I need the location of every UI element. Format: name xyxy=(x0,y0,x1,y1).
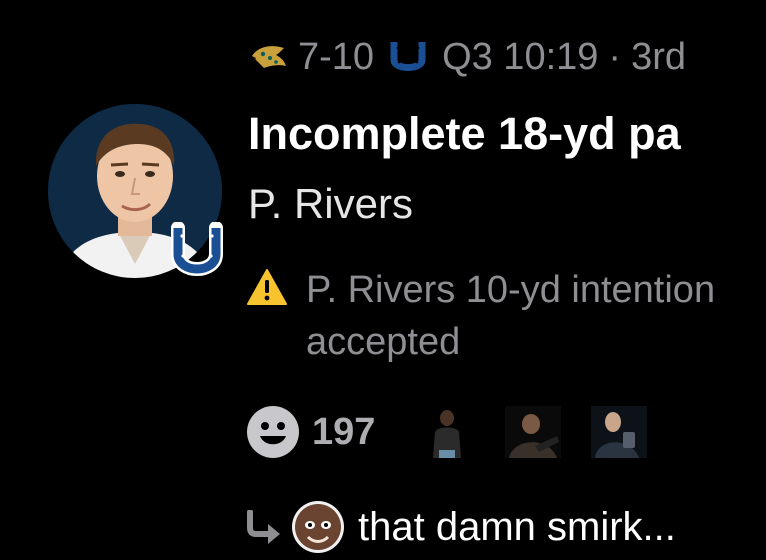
player-name[interactable]: P. Rivers xyxy=(248,180,413,228)
smiley-face-icon[interactable] xyxy=(246,405,300,459)
reaction-gif-thumbnail-1[interactable] xyxy=(419,406,476,458)
reply-text: that damn smirk... xyxy=(358,504,676,549)
colts-horseshoe-icon xyxy=(171,222,223,276)
colts-horseshoe-icon xyxy=(390,42,426,71)
score-text: 7-10 xyxy=(298,35,375,78)
reply-author-avatar[interactable] xyxy=(292,501,344,553)
quarter-clock: Q3 10:19 xyxy=(442,35,599,78)
penalty-line-1: P. Rivers 10-yd intention xyxy=(306,269,716,311)
reactions-bar: 197 xyxy=(246,404,677,460)
reply-preview[interactable]: that damn smirk... xyxy=(244,500,676,554)
penalty-notice: P. Rivers 10-yd intention accepted xyxy=(246,264,715,368)
score-bar: 7-10 Q3 10:19 · 3rd xyxy=(250,34,686,80)
reply-arrow-icon xyxy=(247,510,280,544)
down-text: 3rd xyxy=(631,35,686,78)
jaguars-logo-icon xyxy=(252,46,286,68)
penalty-line-2: accepted xyxy=(306,321,461,363)
separator-dot: · xyxy=(608,35,622,78)
warning-icon xyxy=(247,269,287,305)
player-avatar[interactable] xyxy=(48,104,223,278)
play-headline[interactable]: Incomplete 18-yd pa xyxy=(248,108,681,160)
reaction-count: 197 xyxy=(312,410,376,453)
play-feed-item[interactable]: 7-10 Q3 10:19 · 3rd Incomplete 18-yd pa … xyxy=(0,0,766,560)
reaction-gif-thumbnail-3[interactable] xyxy=(591,406,648,458)
reaction-gif-thumbnail-2[interactable] xyxy=(505,406,562,458)
